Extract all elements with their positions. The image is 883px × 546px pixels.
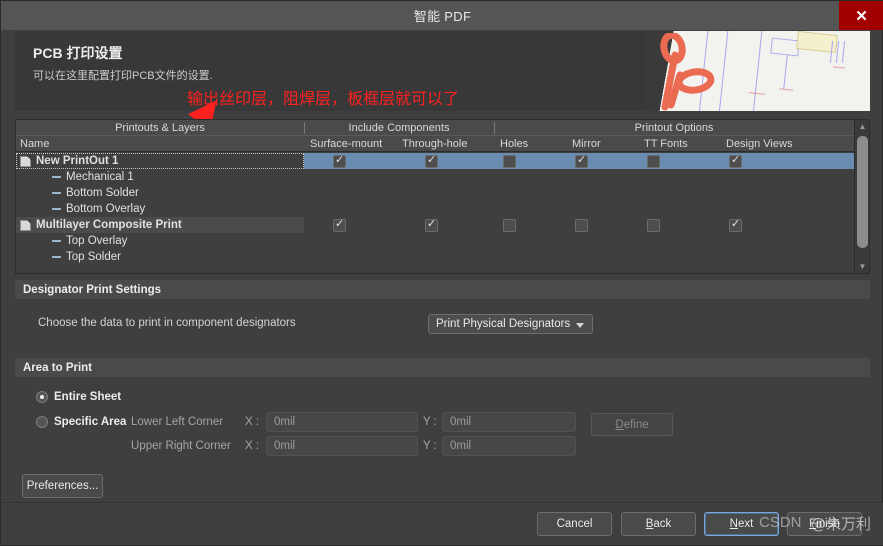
group-header-printouts-layers: Printouts & Layers [115, 122, 205, 134]
close-icon[interactable]: ✕ [839, 1, 883, 30]
table-row[interactable]: Bottom Solder [16, 185, 854, 201]
checkbox-design-views[interactable] [729, 217, 742, 232]
tree-branch-icon [52, 208, 61, 210]
page-title: PCB 打印设置 [33, 45, 123, 61]
checkbox-mirror[interactable] [575, 153, 588, 168]
checkbox-mirror[interactable] [575, 219, 588, 232]
table-row[interactable]: New PrintOut 1 [16, 153, 854, 169]
table-row[interactable]: Top Overlay [16, 233, 854, 249]
finish-button[interactable]: Finish [787, 512, 862, 536]
row-label: Multilayer Composite Print [36, 219, 182, 231]
tree-branch-icon [52, 256, 61, 258]
row-label: Top Overlay [66, 235, 128, 247]
define-button[interactable]: Define [591, 413, 673, 436]
input-upper-right-y[interactable]: 0mil [442, 436, 576, 456]
grid-group-header-row: Printouts & Layers Include Components Pr… [16, 120, 854, 136]
banner: PCB 打印设置 可以在这里配置打印PCB文件的设置. [15, 31, 870, 111]
designator-dropdown[interactable]: Print Physical Designators [428, 314, 593, 334]
label-upper-right-x: X : [245, 440, 260, 452]
checkbox-holes[interactable] [503, 155, 516, 168]
designator-description: Choose the data to print in component de… [38, 317, 296, 329]
label-lower-left-x: X : [245, 416, 260, 428]
preferences-button[interactable]: Preferences... [22, 474, 103, 498]
column-header-design-views[interactable]: Design Views [722, 136, 856, 152]
finish-button-label: Finish [809, 518, 840, 530]
scroll-down-icon[interactable]: ▼ [855, 260, 870, 273]
column-header-name[interactable]: Name [16, 136, 304, 152]
tree-branch-icon [52, 192, 61, 194]
checkbox-tt-fonts[interactable] [647, 219, 660, 232]
footer-bar: Cancel Back Next Finish [2, 502, 883, 545]
checkbox-surface-mount[interactable] [333, 217, 346, 232]
radio-entire-sheet[interactable] [36, 391, 48, 403]
designator-dropdown-value: Print Physical Designators [436, 318, 571, 330]
next-button-label: Next [729, 518, 754, 530]
adobe-acrobat-logo-icon [660, 33, 715, 111]
input-lower-left-y[interactable]: 0mil [442, 412, 576, 432]
scroll-up-icon[interactable]: ▲ [855, 120, 870, 133]
group-header-include-components: Include Components [348, 122, 450, 134]
checkbox-holes[interactable] [503, 219, 516, 232]
scrollbar-thumb[interactable] [857, 136, 868, 248]
tree-branch-icon [52, 176, 61, 178]
grid-rows[interactable]: New PrintOut 1 Mechanical 1 Bottom Solder B… [16, 153, 854, 274]
label-upper-right-y: Y : [423, 440, 437, 452]
column-header-tt-fonts[interactable]: TT Fonts [640, 136, 722, 152]
back-button[interactable]: Back [621, 512, 696, 536]
table-row[interactable]: Mechanical 1 [16, 169, 854, 185]
table-row[interactable]: Top Solder [16, 249, 854, 265]
next-button[interactable]: Next [704, 512, 779, 536]
chevron-down-icon [576, 323, 584, 328]
row-label: New PrintOut 1 [36, 155, 119, 167]
cancel-button[interactable]: Cancel [537, 512, 612, 536]
group-header-printout-options: Printout Options [634, 122, 714, 134]
printout-page-icon [20, 156, 31, 167]
pcb-print-settings-dialog: 智能 PDF ✕ PCB 打印设置 可以在这里配置打印PCB文件的设置. 输出丝… [0, 0, 883, 546]
grid-vertical-scrollbar[interactable]: ▲ ▼ [854, 120, 869, 273]
row-label: Bottom Solder [66, 187, 139, 199]
input-upper-right-x[interactable]: 0mil [266, 436, 418, 456]
column-header-through-hole[interactable]: Through-hole [398, 136, 496, 152]
radio-specific-area[interactable] [36, 416, 48, 428]
label-lower-left-corner: Lower Left Corner [131, 416, 224, 428]
input-lower-left-x[interactable]: 0mil [266, 412, 418, 432]
checkbox-through-hole[interactable] [425, 217, 438, 232]
label-specific-area: Specific Area [54, 416, 127, 428]
column-header-holes[interactable]: Holes [496, 136, 568, 152]
row-label: Bottom Overlay [66, 203, 146, 215]
checkbox-tt-fonts[interactable] [647, 155, 660, 168]
back-button-label: Back [645, 518, 672, 530]
printouts-grid[interactable]: Printouts & Layers Include Components Pr… [15, 119, 870, 274]
column-header-mirror[interactable]: Mirror [568, 136, 640, 152]
table-row[interactable]: Bottom Overlay [16, 201, 854, 217]
banner-artwork [645, 31, 870, 111]
designator-section-header: Designator Print Settings [15, 280, 870, 299]
window-title: 智能 PDF [413, 9, 472, 24]
row-label: Top Solder [66, 251, 121, 263]
label-lower-left-y: Y : [423, 416, 437, 428]
table-row[interactable]: Multilayer Composite Print [16, 217, 854, 233]
checkbox-through-hole[interactable] [425, 153, 438, 168]
column-header-surface-mount[interactable]: Surface-mount [306, 136, 398, 152]
row-label: Mechanical 1 [66, 171, 134, 183]
area-section-header: Area to Print [15, 358, 870, 377]
checkbox-design-views[interactable] [729, 153, 742, 168]
page-subtitle: 可以在这里配置打印PCB文件的设置. [33, 70, 213, 82]
printout-page-icon [20, 220, 31, 231]
title-bar: 智能 PDF ✕ [1, 1, 883, 30]
label-entire-sheet: Entire Sheet [54, 391, 122, 403]
grid-column-header-row: Name Surface-mount Through-hole Holes Mi… [16, 136, 856, 166]
tree-branch-icon [52, 240, 61, 242]
label-upper-right-corner: Upper Right Corner [131, 440, 231, 452]
checkbox-surface-mount[interactable] [333, 153, 346, 168]
